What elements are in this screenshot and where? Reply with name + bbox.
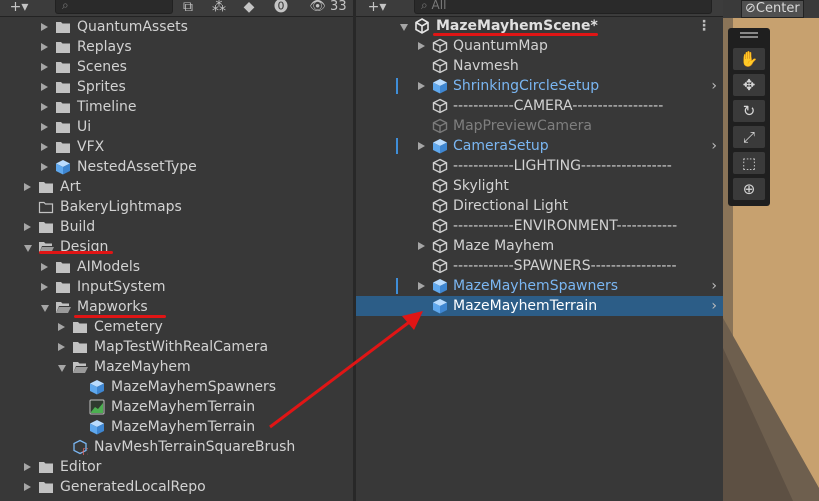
annotation-arrow	[269, 311, 423, 429]
